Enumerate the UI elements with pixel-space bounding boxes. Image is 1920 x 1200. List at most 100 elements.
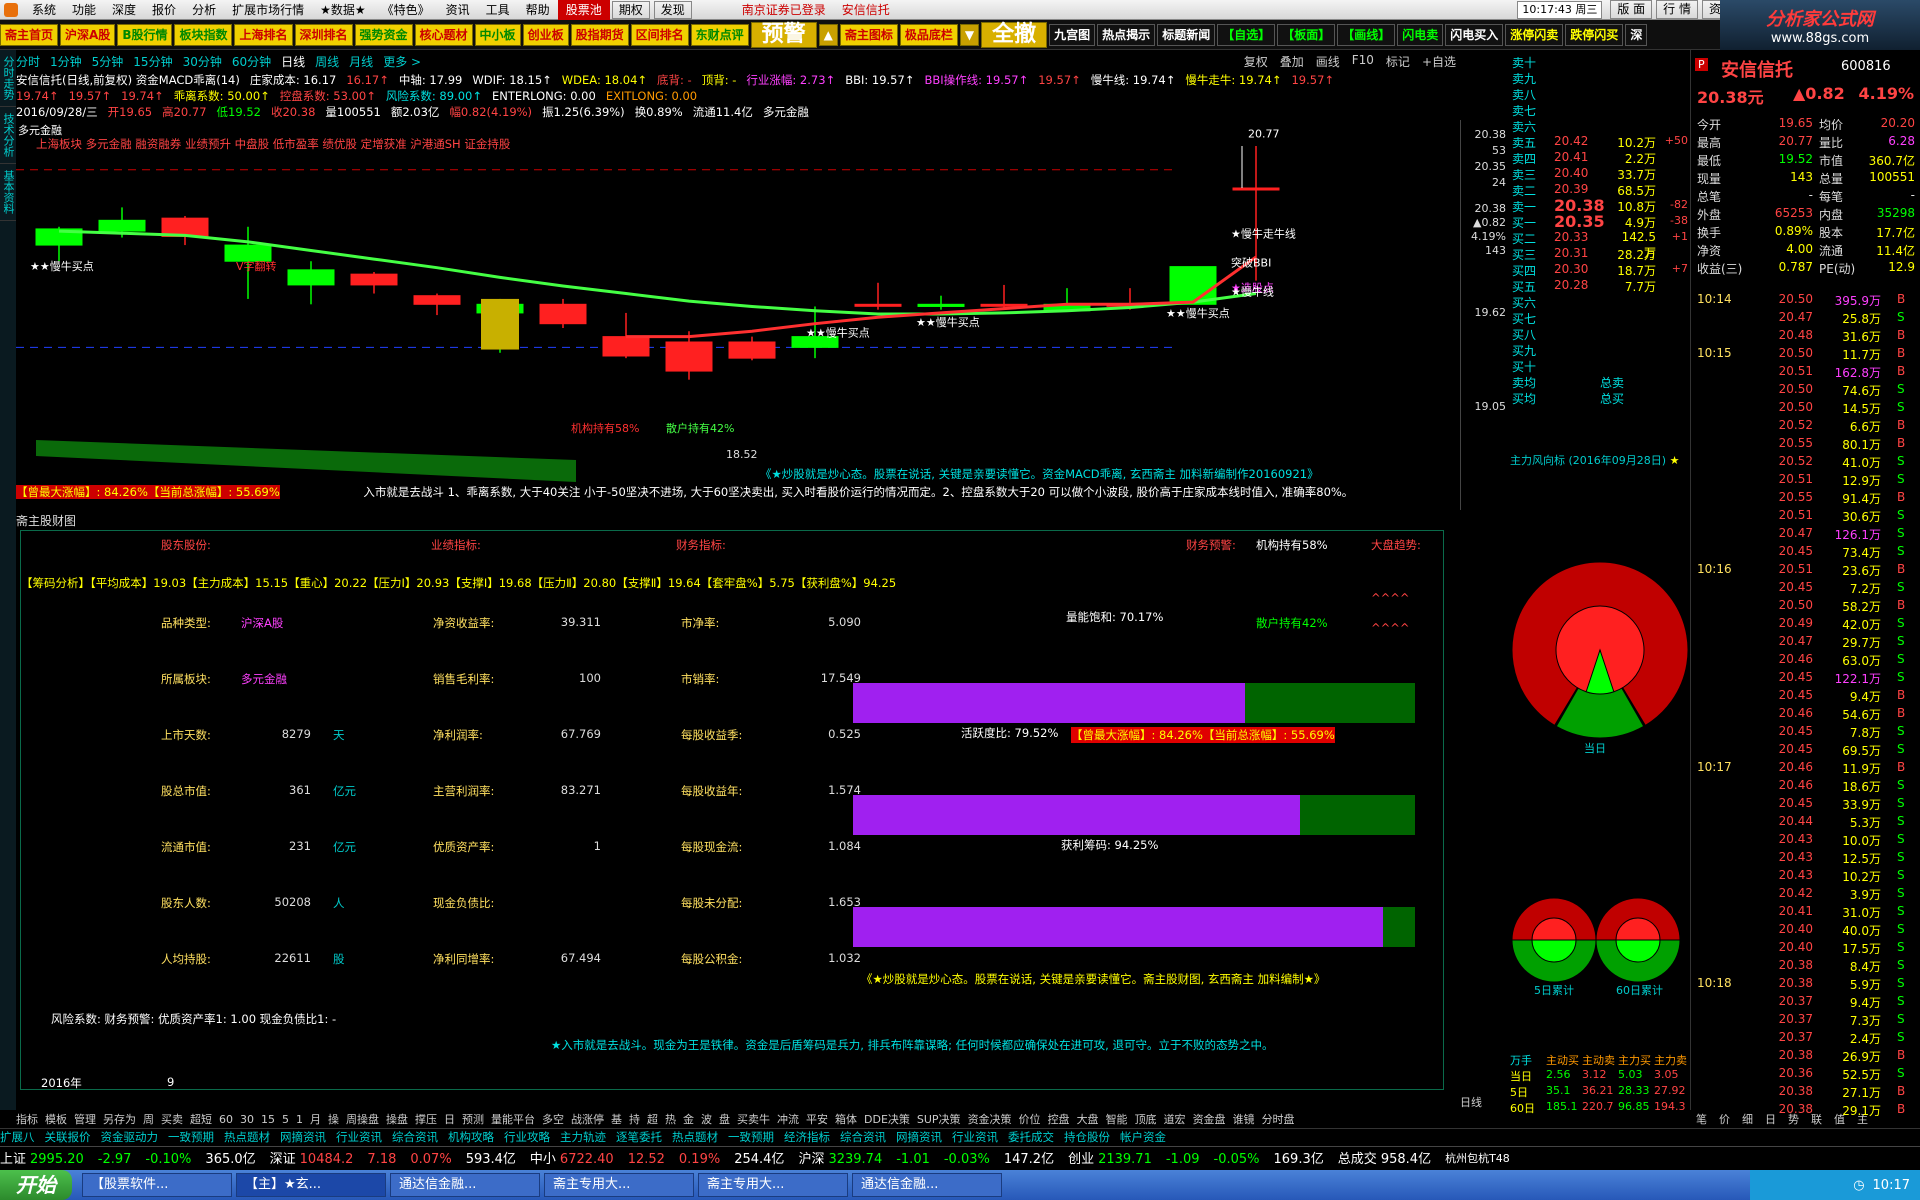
indicator-button[interactable]: 超短	[190, 1111, 212, 1127]
indicator-button[interactable]: 冲流	[777, 1111, 799, 1127]
info-tab[interactable]: 热点题材	[224, 1129, 270, 1145]
info-tab[interactable]: 行业攻略	[504, 1129, 550, 1145]
ask-row[interactable]: 卖三 20.40 33.7万	[1510, 166, 1690, 182]
cancel-all-button[interactable]: 全撤	[981, 21, 1048, 48]
ask-row[interactable]: 卖四 20.41 2.2万	[1510, 150, 1690, 166]
right-footer-tab[interactable]: 价	[1719, 1111, 1730, 1127]
toolbar-button[interactable]: 深圳排名	[294, 23, 353, 46]
taskbar-window[interactable]: 斋主专用大...	[544, 1173, 694, 1197]
info-tab[interactable]: 帐户资金	[1120, 1129, 1166, 1145]
toolbar-button[interactable]: 东财点评	[690, 23, 749, 46]
indicator-button[interactable]: 模板	[45, 1111, 67, 1127]
info-tab[interactable]: 行业资讯	[336, 1129, 382, 1145]
indicator-button[interactable]: 操盘	[386, 1111, 408, 1127]
period-tab[interactable]: 5分钟	[92, 53, 124, 70]
toolbar-button[interactable]: 标题新闻	[1157, 23, 1216, 46]
index-item[interactable]: 创业 2139.71 -1.09 -0.05% 169.3亿	[1068, 1148, 1324, 1167]
toolbar-button[interactable]: 斋主首页	[0, 23, 59, 46]
toolbar-button[interactable]: 中小板	[474, 23, 521, 46]
info-tab[interactable]: 网摘资讯	[896, 1129, 942, 1145]
indicator-button[interactable]: 顶底	[1135, 1111, 1157, 1127]
candlestick-chart[interactable]: ★★慢牛买点 V字翻转 ★★慢牛买点 ★★慢牛买点 ★★慢牛买点 ★慢牛走牛线 突破BBI ★…	[16, 122, 1456, 502]
indicator-button[interactable]: 月	[310, 1111, 321, 1127]
menu-item[interactable]: 系统	[24, 0, 64, 20]
indicator-button[interactable]: 另存为	[103, 1111, 136, 1127]
bid-row[interactable]: 买七	[1510, 310, 1690, 326]
taskbar-window[interactable]: 通达信金融...	[852, 1173, 1002, 1197]
toolbar-button[interactable]: 【板面】	[1277, 23, 1336, 46]
toolbar-button[interactable]: 【画线】	[1337, 23, 1396, 46]
toolbar-button[interactable]: 跌停闪买	[1565, 23, 1624, 46]
right-footer-tab[interactable]: 主	[1857, 1111, 1868, 1127]
right-footer-tab[interactable]: 日	[1765, 1111, 1776, 1127]
index-item[interactable]: 沪深 3239.74 -1.01 -0.03% 147.2亿	[798, 1148, 1054, 1167]
menu-quote[interactable]: 行 情	[1656, 0, 1698, 19]
taskbar-window[interactable]: 【股票软件...	[82, 1173, 232, 1197]
menu-item[interactable]: 报价	[144, 0, 184, 20]
toolbar-button[interactable]: 热点揭示	[1097, 23, 1156, 46]
taskbar-window[interactable]: 通达信金融...	[390, 1173, 540, 1197]
indicator-button[interactable]: 管理	[74, 1111, 96, 1127]
overlay-button[interactable]: 叠加	[1280, 53, 1304, 70]
bid-row[interactable]: 买六	[1510, 294, 1690, 310]
indicator-button[interactable]: 分时盘	[1262, 1111, 1295, 1127]
indicator-button[interactable]: 谁镜	[1233, 1111, 1255, 1127]
taskbar-window[interactable]: 斋主专用大...	[698, 1173, 848, 1197]
toolbar-button[interactable]: 股指期货	[570, 23, 629, 46]
toolbar-button[interactable]: 闪电卖	[1397, 23, 1444, 46]
indicator-button[interactable]: 预测	[462, 1111, 484, 1127]
bid-row[interactable]: 买三 20.31 28.2万	[1510, 246, 1690, 262]
menu-item[interactable]: 扩展市场行情	[224, 0, 312, 20]
indicator-button[interactable]: 买卖	[161, 1111, 183, 1127]
right-footer-tab[interactable]: 细	[1742, 1111, 1753, 1127]
period-tab-daily[interactable]: 日线	[281, 53, 305, 70]
ask-row[interactable]: 卖七	[1510, 102, 1690, 118]
toolbar-button[interactable]: 强势资金	[354, 23, 413, 46]
indicator-button[interactable]: 波	[701, 1111, 712, 1127]
adjust-button[interactable]: 复权	[1244, 53, 1268, 70]
bid-row[interactable]: 买一 20.35 4.9万 -38	[1510, 212, 1690, 231]
indicator-button[interactable]: 平安	[806, 1111, 828, 1127]
info-tab[interactable]: 逐笔委托	[616, 1129, 662, 1145]
indicator-button[interactable]: 1	[296, 1113, 303, 1126]
ask-row[interactable]: 卖五 20.42 10.2万 +50	[1510, 134, 1690, 150]
bid-row[interactable]: 买五 20.28 7.7万	[1510, 278, 1690, 294]
indicator-button[interactable]: 道宏	[1164, 1111, 1186, 1127]
menu-item[interactable]: 《特色》	[374, 0, 438, 20]
menu-item-stock-pool[interactable]: 股票池	[557, 0, 610, 20]
toolbar-button[interactable]: 核心题材	[414, 23, 473, 46]
indicator-button[interactable]: 超	[647, 1111, 658, 1127]
indicator-button[interactable]: 智能	[1106, 1111, 1128, 1127]
indicator-button[interactable]: DDE决策	[864, 1111, 910, 1127]
indicator-button[interactable]: 大盘	[1077, 1111, 1099, 1127]
bottom-bar-button[interactable]: 极品底栏	[899, 23, 958, 46]
toolbar-button[interactable]: 闪电买入	[1445, 23, 1504, 46]
tab-fundamental[interactable]: 基本资料	[0, 164, 16, 221]
bid-row[interactable]: 买十	[1510, 358, 1690, 374]
menu-item[interactable]: 功能	[64, 0, 104, 20]
right-footer-tab[interactable]: 联	[1811, 1111, 1822, 1127]
f10-button[interactable]: F10	[1352, 53, 1374, 70]
period-tab[interactable]: 月线	[349, 53, 373, 70]
menu-item[interactable]: 帮助	[518, 0, 558, 20]
toolbar-button[interactable]: 上海排名	[234, 23, 293, 46]
menu-layout[interactable]: 版 面	[1610, 0, 1653, 19]
bid-row[interactable]: 买八	[1510, 326, 1690, 342]
info-tab[interactable]: 一致预期	[168, 1129, 214, 1145]
add-watchlist-button[interactable]: +自选	[1422, 53, 1456, 70]
info-tab[interactable]: 扩展八	[0, 1129, 35, 1145]
period-tab[interactable]: 分时	[16, 53, 40, 70]
indicator-button[interactable]: 基	[611, 1111, 622, 1127]
menu-item-discover[interactable]: 发现	[653, 0, 692, 19]
menu-item[interactable]: 工具	[478, 0, 518, 20]
info-tab[interactable]: 一致预期	[728, 1129, 774, 1145]
toolbar-button[interactable]: 九宫图	[1049, 23, 1096, 46]
info-tab[interactable]: 关联报价	[45, 1129, 91, 1145]
indicator-button[interactable]: SUP决策	[917, 1111, 961, 1127]
indicator-button[interactable]: 周操盘	[346, 1111, 379, 1127]
menu-item[interactable]: 资讯	[438, 0, 478, 20]
menu-item-options[interactable]: 期权	[611, 0, 650, 19]
indicator-button[interactable]: 操	[328, 1111, 339, 1127]
indicator-button[interactable]: 60	[219, 1113, 233, 1126]
indicator-button[interactable]: 15	[261, 1113, 275, 1126]
